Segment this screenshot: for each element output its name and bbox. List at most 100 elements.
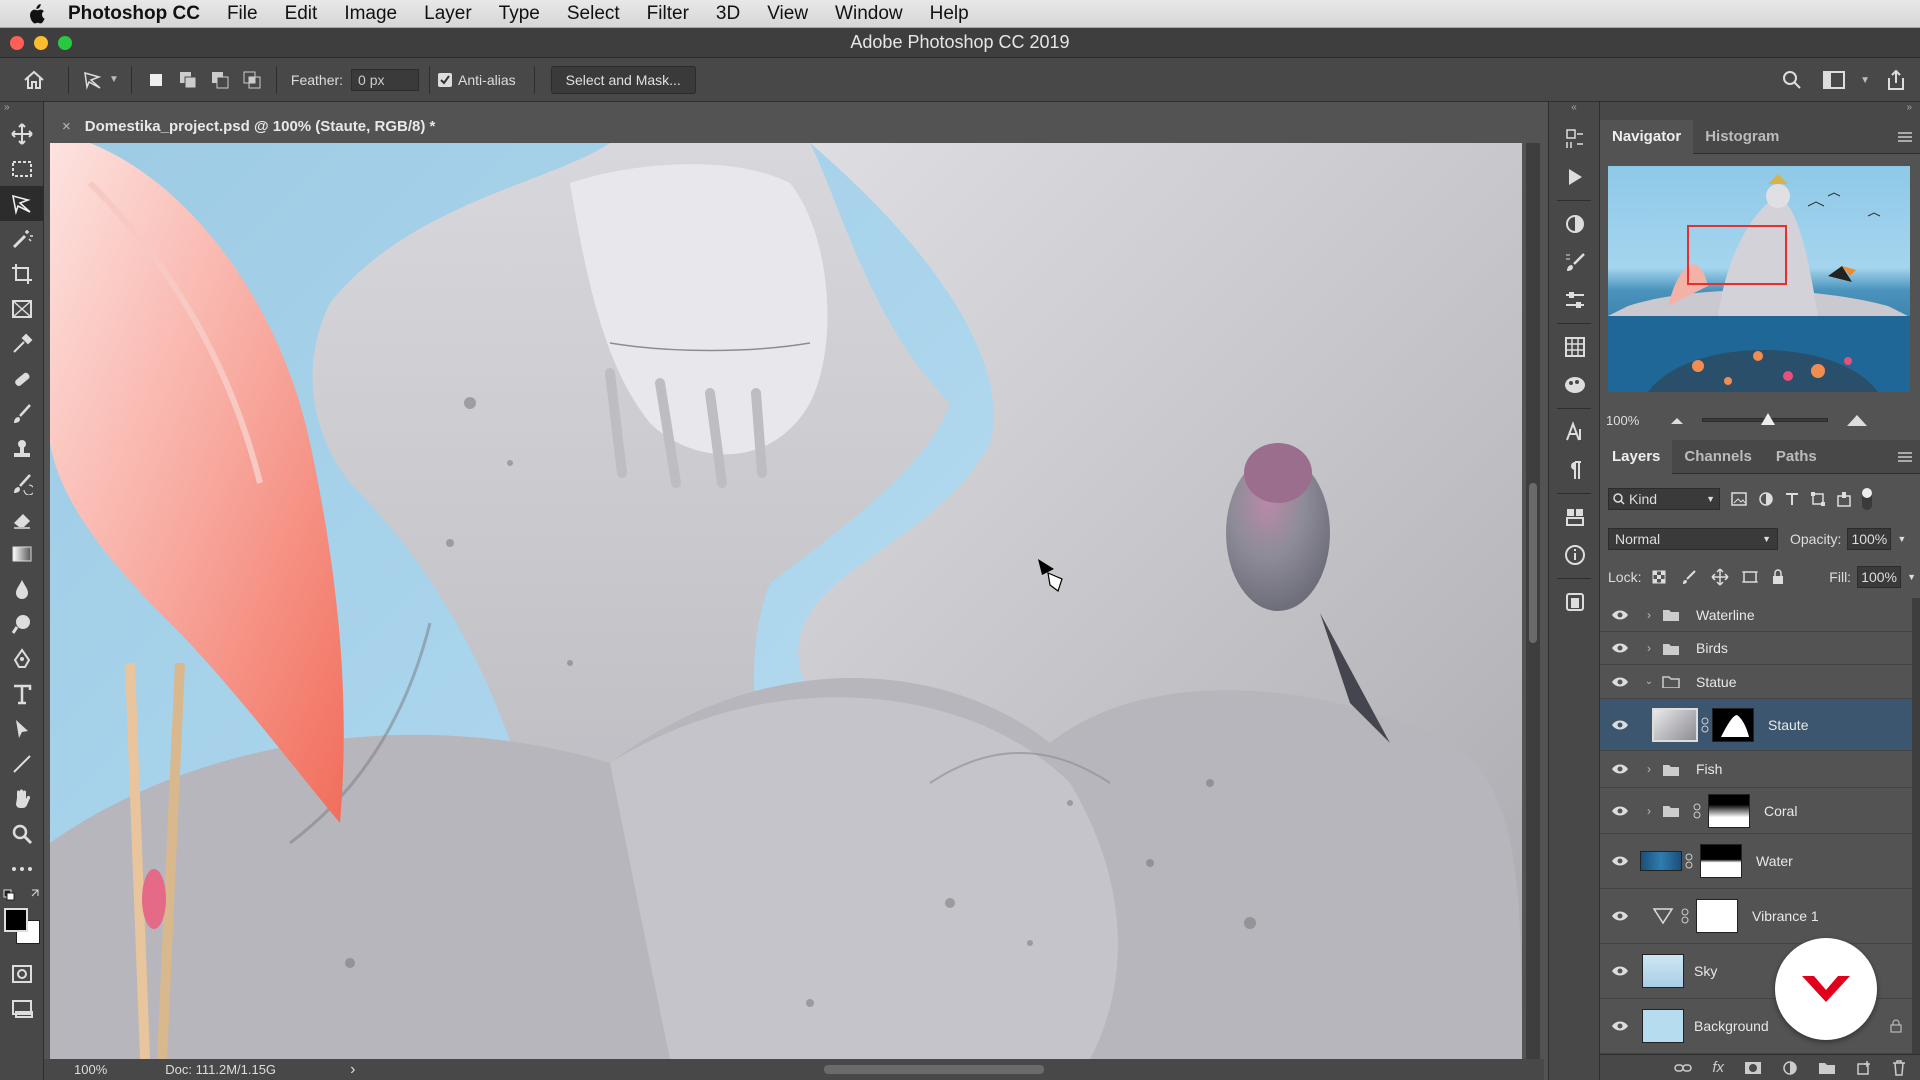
- properties-panel-icon[interactable]: [1549, 281, 1601, 319]
- lasso-tool-preset-icon[interactable]: [77, 64, 109, 96]
- close-window-button[interactable]: [10, 36, 24, 50]
- opacity-input[interactable]: 100%: [1847, 528, 1892, 550]
- layer-mask-thumbnail[interactable]: [1696, 899, 1738, 933]
- navigator-preview[interactable]: [1608, 166, 1910, 392]
- chevron-down-icon[interactable]: ▼: [1897, 534, 1906, 544]
- new-selection-icon[interactable]: [140, 64, 172, 96]
- new-adjustment-layer-icon[interactable]: [1782, 1060, 1798, 1076]
- menu-type[interactable]: Type: [499, 3, 540, 25]
- zoom-slider-handle[interactable]: [1761, 413, 1775, 425]
- eyedropper-tool-icon[interactable]: [0, 326, 44, 361]
- character-panel-icon[interactable]: [1549, 413, 1601, 451]
- filter-toggle-switch[interactable]: [1862, 488, 1872, 510]
- color-swatches[interactable]: [0, 886, 43, 956]
- hand-tool-icon[interactable]: [0, 781, 44, 816]
- layer-mask-thumbnail[interactable]: [1700, 844, 1742, 878]
- filter-type-icon[interactable]: [1784, 491, 1800, 507]
- feather-input[interactable]: [351, 68, 420, 91]
- lock-artboard-icon[interactable]: [1741, 569, 1759, 585]
- app-name-menu[interactable]: Photoshop CC: [68, 3, 200, 25]
- screen-mode-icon[interactable]: [0, 991, 44, 1026]
- layer-row-coral[interactable]: › Coral: [1600, 788, 1912, 834]
- canvas-image[interactable]: [50, 143, 1522, 1059]
- fill-input[interactable]: 100%: [1857, 566, 1902, 588]
- brush-settings-icon[interactable]: [1549, 243, 1601, 281]
- visibility-eye-icon[interactable]: [1606, 965, 1634, 977]
- share-icon[interactable]: [1880, 64, 1912, 96]
- zoom-in-icon[interactable]: [1846, 413, 1868, 427]
- foreground-color-swatch[interactable]: [4, 908, 28, 932]
- actions-panel-icon[interactable]: [1549, 158, 1601, 196]
- type-tool-icon[interactable]: [0, 676, 44, 711]
- polygonal-lasso-tool-icon[interactable]: [0, 186, 44, 221]
- tab-navigator[interactable]: Navigator: [1600, 119, 1694, 154]
- status-doc-size[interactable]: Doc: 111.2M/1.15G: [165, 1062, 276, 1077]
- chevron-down-icon[interactable]: ▼: [1860, 75, 1870, 86]
- clone-stamp-tool-icon[interactable]: [0, 431, 44, 466]
- visibility-eye-icon[interactable]: [1606, 855, 1634, 867]
- navigator-zoom-value[interactable]: 100%: [1606, 413, 1666, 428]
- menu-layer[interactable]: Layer: [424, 3, 472, 25]
- home-button[interactable]: [18, 64, 50, 96]
- layer-filter-kind-select[interactable]: Kind ▼: [1608, 488, 1720, 510]
- lock-image-pixels-icon[interactable]: [1681, 569, 1697, 585]
- add-mask-icon[interactable]: [1744, 1061, 1762, 1075]
- visibility-eye-icon[interactable]: [1606, 609, 1634, 621]
- chevron-down-icon[interactable]: ⌄: [1642, 676, 1656, 687]
- layer-thumbnail[interactable]: [1640, 851, 1682, 871]
- tab-histogram[interactable]: Histogram: [1693, 120, 1791, 154]
- new-layer-icon[interactable]: [1856, 1060, 1872, 1076]
- layer-thumbnail[interactable]: [1642, 1009, 1684, 1043]
- collapse-dock-icon[interactable]: «: [1549, 102, 1599, 120]
- collapse-panels-icon[interactable]: »: [1600, 102, 1920, 120]
- zoom-window-button[interactable]: [58, 36, 72, 50]
- learn-panel-icon[interactable]: [1549, 583, 1601, 621]
- workspace-icon[interactable]: [1818, 64, 1850, 96]
- chevron-right-icon[interactable]: ›: [1642, 804, 1656, 818]
- paragraph-panel-icon[interactable]: [1549, 451, 1601, 489]
- filter-smart-object-icon[interactable]: [1836, 491, 1852, 507]
- brush-tool-icon[interactable]: [0, 396, 44, 431]
- move-tool-icon[interactable]: [0, 116, 44, 151]
- dodge-tool-icon[interactable]: [0, 606, 44, 641]
- apple-icon[interactable]: [22, 3, 50, 25]
- info-panel-icon[interactable]: [1549, 536, 1601, 574]
- tab-channels[interactable]: Channels: [1672, 440, 1764, 474]
- visibility-eye-icon[interactable]: [1606, 719, 1634, 731]
- scroll-thumb[interactable]: [1529, 483, 1537, 643]
- chevron-right-icon[interactable]: ›: [1642, 641, 1656, 655]
- layer-style-icon[interactable]: fx: [1712, 1059, 1724, 1076]
- mask-link-icon[interactable]: [1678, 908, 1692, 924]
- navigator-zoom-slider[interactable]: [1702, 413, 1828, 425]
- minimize-window-button[interactable]: [34, 36, 48, 50]
- visibility-eye-icon[interactable]: [1606, 1020, 1634, 1032]
- gradient-tool-icon[interactable]: [0, 536, 44, 571]
- layers-scrollbar[interactable]: [1912, 598, 1920, 1054]
- mask-link-icon[interactable]: [1690, 803, 1704, 819]
- swatches-panel-icon[interactable]: [1549, 328, 1601, 366]
- visibility-eye-icon[interactable]: [1606, 763, 1634, 775]
- chevron-down-icon[interactable]: ▼: [109, 74, 119, 85]
- visibility-eye-icon[interactable]: [1606, 805, 1634, 817]
- libraries-panel-icon[interactable]: [1549, 498, 1601, 536]
- status-zoom[interactable]: 100%: [74, 1062, 107, 1077]
- pen-tool-icon[interactable]: [0, 641, 44, 676]
- panel-menu-icon[interactable]: [1898, 130, 1912, 144]
- menu-3d[interactable]: 3D: [716, 3, 740, 25]
- document-tab[interactable]: × Domestika_project.psd @ 100% (Staute, …: [52, 110, 466, 142]
- mask-link-icon[interactable]: [1698, 717, 1712, 733]
- layer-row-statue-group[interactable]: ⌄ Statue: [1600, 665, 1912, 699]
- vibrance-adjustment-icon[interactable]: [1652, 907, 1674, 925]
- layer-mask-thumbnail[interactable]: [1708, 793, 1750, 828]
- healing-brush-tool-icon[interactable]: [0, 361, 44, 396]
- mask-link-icon[interactable]: [1682, 853, 1696, 869]
- new-group-icon[interactable]: [1818, 1061, 1836, 1075]
- filter-pixel-icon[interactable]: [1730, 491, 1748, 507]
- tab-layers[interactable]: Layers: [1600, 439, 1673, 474]
- blur-tool-icon[interactable]: [0, 571, 44, 606]
- anti-alias-checkbox[interactable]: [438, 72, 453, 87]
- panel-menu-icon[interactable]: [1898, 450, 1912, 464]
- intersect-selection-icon[interactable]: [236, 64, 268, 96]
- layer-row-birds[interactable]: › Birds: [1600, 632, 1912, 665]
- filter-shape-icon[interactable]: [1810, 491, 1826, 507]
